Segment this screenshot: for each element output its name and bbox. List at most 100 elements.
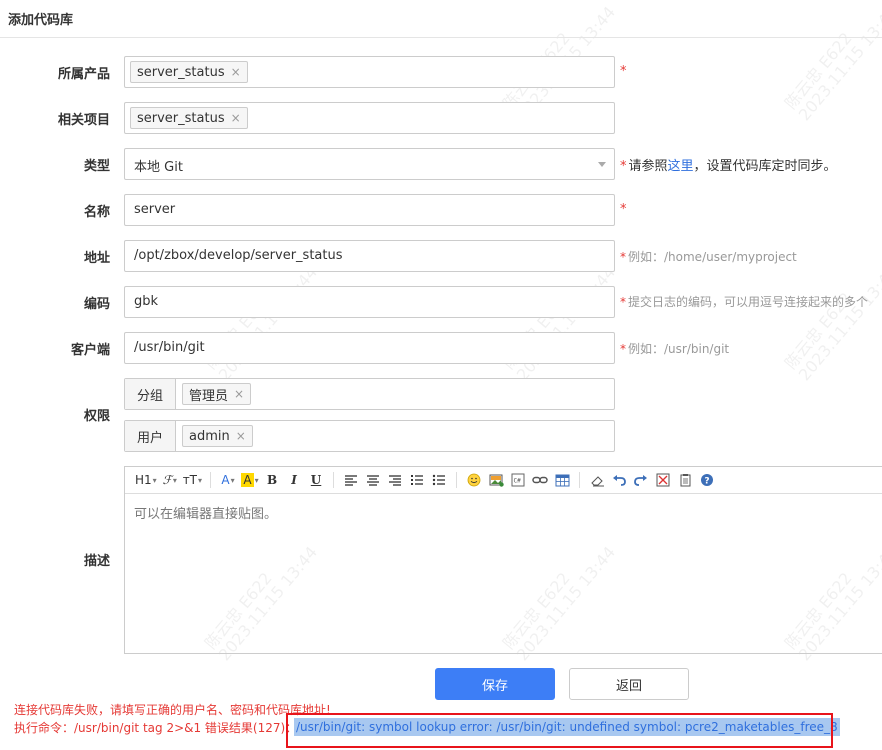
bold-button[interactable]: B [261,470,283,490]
undo-icon[interactable] [608,470,630,490]
client-hint: * 例如：/usr/bin/git [620,340,729,357]
permission-label: 权限 [83,409,110,424]
address-hint: * 例如：/home/user/myproject [620,248,797,265]
user-chip-label: admin [189,428,230,444]
error-command: 执行命令：/usr/bin/git tag 2>&1 错误结果(127)： [14,721,298,735]
highlight-button[interactable]: A ▾ [239,470,261,490]
image-icon[interactable] [485,470,507,490]
table-icon[interactable] [551,470,573,490]
bullet-list-icon[interactable] [428,470,450,490]
highlight-label: A [241,473,254,487]
group-chip: 管理员 × [182,383,252,405]
save-button[interactable]: 保存 [435,668,555,700]
font-size-button[interactable]: тT ▾ [181,470,204,490]
eraser-icon[interactable] [586,470,608,490]
error-highlight-box [286,713,833,748]
required-mark: * [620,295,626,309]
type-hint-before: 请参照 [628,159,668,174]
description-editor[interactable]: H1 ▾ ℱ ▾ тT ▾ A ▾ A ▾ B I U C# ? 可以在编辑器直… [124,466,882,654]
editor-placeholder: 可以在编辑器直接贴图。 [134,507,278,522]
type-hint-after: ，设置代码库定时同步。 [693,159,837,174]
group-addon: 分组 [125,379,176,409]
toolbar-divider [456,472,458,488]
project-label: 相关项目 [57,113,110,128]
ordered-list-icon[interactable] [406,470,428,490]
font-color-button[interactable]: A ▾ [217,470,239,490]
required-mark: * [620,250,626,264]
permission-group-select[interactable]: 分组 管理员 × [124,378,615,410]
toolbar-divider [210,472,212,488]
svg-text:C#: C# [514,478,522,485]
encoding-value: gbk [134,294,159,309]
client-value: /usr/bin/git [134,340,205,355]
product-label: 所属产品 [57,67,110,82]
type-hint: * 请参照这里，设置代码库定时同步。 [620,155,837,174]
remove-icon[interactable]: × [236,429,246,443]
client-input[interactable]: /usr/bin/git [124,332,615,364]
name-value: server [134,202,176,217]
error-message: 连接代码库失败，请填写正确的用户名、密码和代码库地址! [14,703,331,717]
project-chip-label: server_status [137,110,225,126]
chevron-down-icon [598,162,606,167]
underline-button[interactable]: U [305,470,327,490]
required-mark: * [620,64,627,79]
toolbar-divider [579,472,581,488]
name-label: 名称 [83,205,110,220]
heading-button[interactable]: H1 ▾ [133,470,159,490]
back-button[interactable]: 返回 [569,668,689,700]
type-value: 本地 Git [134,160,183,175]
remove-icon[interactable]: × [234,387,244,401]
address-input[interactable]: /opt/zbox/develop/server_status [124,240,615,272]
group-chip-label: 管理员 [189,388,229,404]
required-mark: * [620,342,626,356]
required-mark: * [620,159,627,174]
required-mark: * [620,202,627,217]
user-addon: 用户 [125,421,176,451]
font-family-button[interactable]: ℱ ▾ [159,470,181,490]
remove-icon[interactable]: × [231,111,241,125]
align-right-icon[interactable] [384,470,406,490]
address-hint-text: 例如：/home/user/myproject [628,250,797,264]
product-chip: server_status × [130,61,248,83]
type-label: 类型 [83,159,110,174]
address-label: 地址 [83,251,110,266]
sync-help-link[interactable]: 这里 [668,159,694,174]
redo-icon[interactable] [630,470,652,490]
remove-icon[interactable]: × [231,65,241,79]
code-icon[interactable]: C# [507,470,529,490]
fullscreen-icon[interactable] [652,470,674,490]
page-title: 添加代码库 [8,13,74,28]
align-center-icon[interactable] [362,470,384,490]
encoding-hint: * 提交日志的编码，可以用逗号连接起来的多个 [620,293,868,310]
name-input[interactable]: server [124,194,615,226]
description-label: 描述 [83,554,110,569]
emoji-icon[interactable] [463,470,485,490]
font-size-label: тT [182,473,198,487]
link-icon[interactable] [529,470,551,490]
watermark: 陈云忠 E6222023.11.15 13:44 [780,262,882,385]
encoding-input[interactable]: gbk [124,286,615,318]
modal-header: 添加代码库 [0,0,882,38]
help-icon[interactable]: ? [696,470,718,490]
svg-text:?: ? [704,477,709,487]
user-chip: admin × [182,425,253,447]
client-hint-text: 例如：/usr/bin/git [628,342,730,356]
font-color-label: A [221,473,230,487]
editor-toolbar: H1 ▾ ℱ ▾ тT ▾ A ▾ A ▾ B I U C# ? [125,467,882,494]
project-select[interactable]: server_status × [124,102,615,134]
type-select[interactable]: 本地 Git [124,148,615,180]
font-family-icon: ℱ [162,473,172,487]
toolbar-divider [333,472,335,488]
heading-label: H1 [135,473,152,487]
encoding-hint-text: 提交日志的编码，可以用逗号连接起来的多个 [628,295,869,309]
address-value: /opt/zbox/develop/server_status [134,248,343,263]
product-select[interactable]: server_status × [124,56,615,88]
encoding-label: 编码 [83,297,110,312]
italic-button[interactable]: I [283,470,305,490]
client-label: 客户端 [70,343,110,358]
product-chip-label: server_status [137,64,225,80]
align-left-icon[interactable] [340,470,362,490]
permission-user-select[interactable]: 用户 admin × [124,420,615,452]
template-icon[interactable] [674,470,696,490]
project-chip: server_status × [130,107,248,129]
